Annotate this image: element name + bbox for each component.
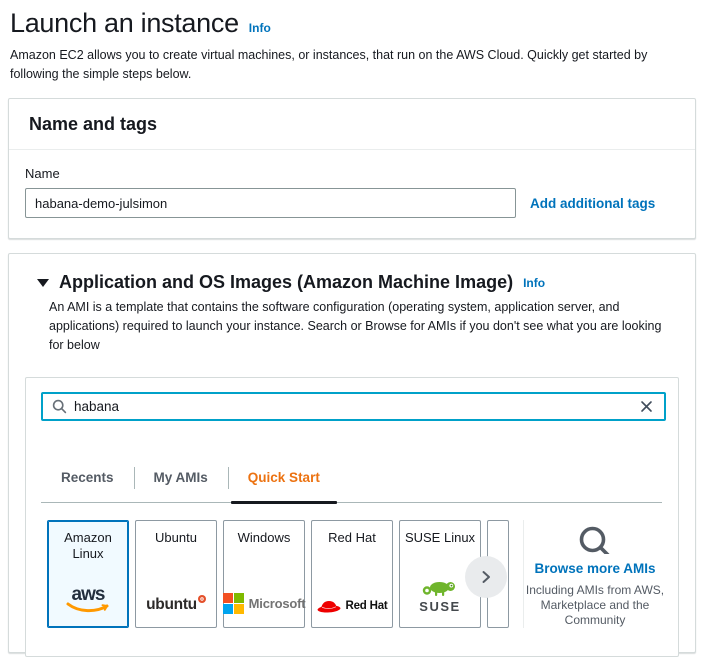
name-and-tags-section: Name and tags Name Add additional tags — [8, 98, 696, 239]
name-input[interactable] — [25, 188, 516, 218]
launch-instance-page: Launch an instance Info Amazon EC2 allow… — [0, 8, 704, 653]
page-info-link[interactable]: Info — [249, 21, 271, 35]
search-icon — [52, 399, 67, 414]
ami-section-header: Application and OS Images (Amazon Machin… — [9, 272, 695, 293]
suse-chameleon-icon — [421, 578, 459, 597]
page-title: Launch an instance — [10, 8, 239, 39]
ami-section-title: Application and OS Images (Amazon Machin… — [59, 272, 513, 293]
aws-smile-icon — [65, 602, 111, 614]
browse-search-icon — [577, 524, 614, 554]
browse-more-amis-subtext: Including AMIs from AWS, Marketplace and… — [524, 583, 666, 628]
ami-card-amazon-linux[interactable]: Amazon Linux aws — [47, 520, 129, 628]
ami-search-box — [41, 392, 666, 421]
ami-search-input[interactable] — [74, 399, 638, 414]
ami-card-title: SUSE Linux — [405, 530, 475, 546]
ami-card-title: Ubuntu — [155, 530, 197, 546]
redhat-fedora-icon — [316, 598, 342, 614]
microsoft-logo: Microsoft — [223, 593, 306, 614]
ami-description: An AMI is a template that contains the s… — [49, 298, 675, 355]
tab-my-amis[interactable]: My AMIs — [134, 443, 228, 502]
browse-more-amis-link[interactable]: Browse more AMIs — [534, 561, 655, 576]
ami-card-windows[interactable]: Windows Microsoft — [223, 520, 305, 628]
redhat-logo: Red Hat — [316, 598, 387, 614]
close-icon — [640, 400, 653, 413]
ubuntu-logo: ubuntu — [146, 596, 206, 614]
page-description: Amazon EC2 allows you to create virtual … — [10, 46, 674, 84]
microsoft-squares-icon — [223, 593, 244, 614]
ami-card-title: Red Hat — [328, 530, 376, 546]
ubuntu-circle-icon — [198, 595, 206, 603]
suse-logo: SUSE — [419, 578, 460, 614]
add-additional-tags-link[interactable]: Add additional tags — [530, 196, 655, 211]
ami-carousel: Amazon Linux aws Ubuntu ubuntu — [47, 520, 505, 628]
ami-info-link[interactable]: Info — [523, 276, 545, 290]
name-and-tags-header: Name and tags — [9, 99, 695, 150]
ami-card-title: Amazon Linux — [51, 530, 125, 562]
ami-cards-row: Amazon Linux aws Ubuntu ubuntu — [47, 520, 662, 628]
ami-section: Application and OS Images (Amazon Machin… — [8, 253, 696, 653]
ami-picker-panel: Recents My AMIs Quick Start Amazon Linux… — [25, 377, 679, 657]
tab-quick-start[interactable]: Quick Start — [228, 443, 340, 502]
chevron-right-icon — [479, 570, 493, 584]
page-header: Launch an instance Info — [10, 8, 696, 39]
ami-card-title: Windows — [238, 530, 291, 546]
name-and-tags-title: Name and tags — [29, 114, 675, 135]
tab-recents[interactable]: Recents — [41, 443, 134, 502]
collapse-triangle-icon[interactable] — [37, 279, 49, 287]
ami-card-ubuntu[interactable]: Ubuntu ubuntu — [135, 520, 217, 628]
clear-search-button[interactable] — [638, 398, 655, 415]
aws-logo: aws — [65, 587, 111, 614]
browse-more-amis-panel: Browse more AMIs Including AMIs from AWS… — [524, 520, 666, 628]
name-and-tags-body: Name Add additional tags — [9, 150, 695, 238]
ami-card-red-hat[interactable]: Red Hat Red Hat — [311, 520, 393, 628]
carousel-next-button[interactable] — [465, 556, 507, 598]
name-label: Name — [25, 166, 679, 181]
ami-tabs: Recents My AMIs Quick Start — [41, 443, 662, 503]
